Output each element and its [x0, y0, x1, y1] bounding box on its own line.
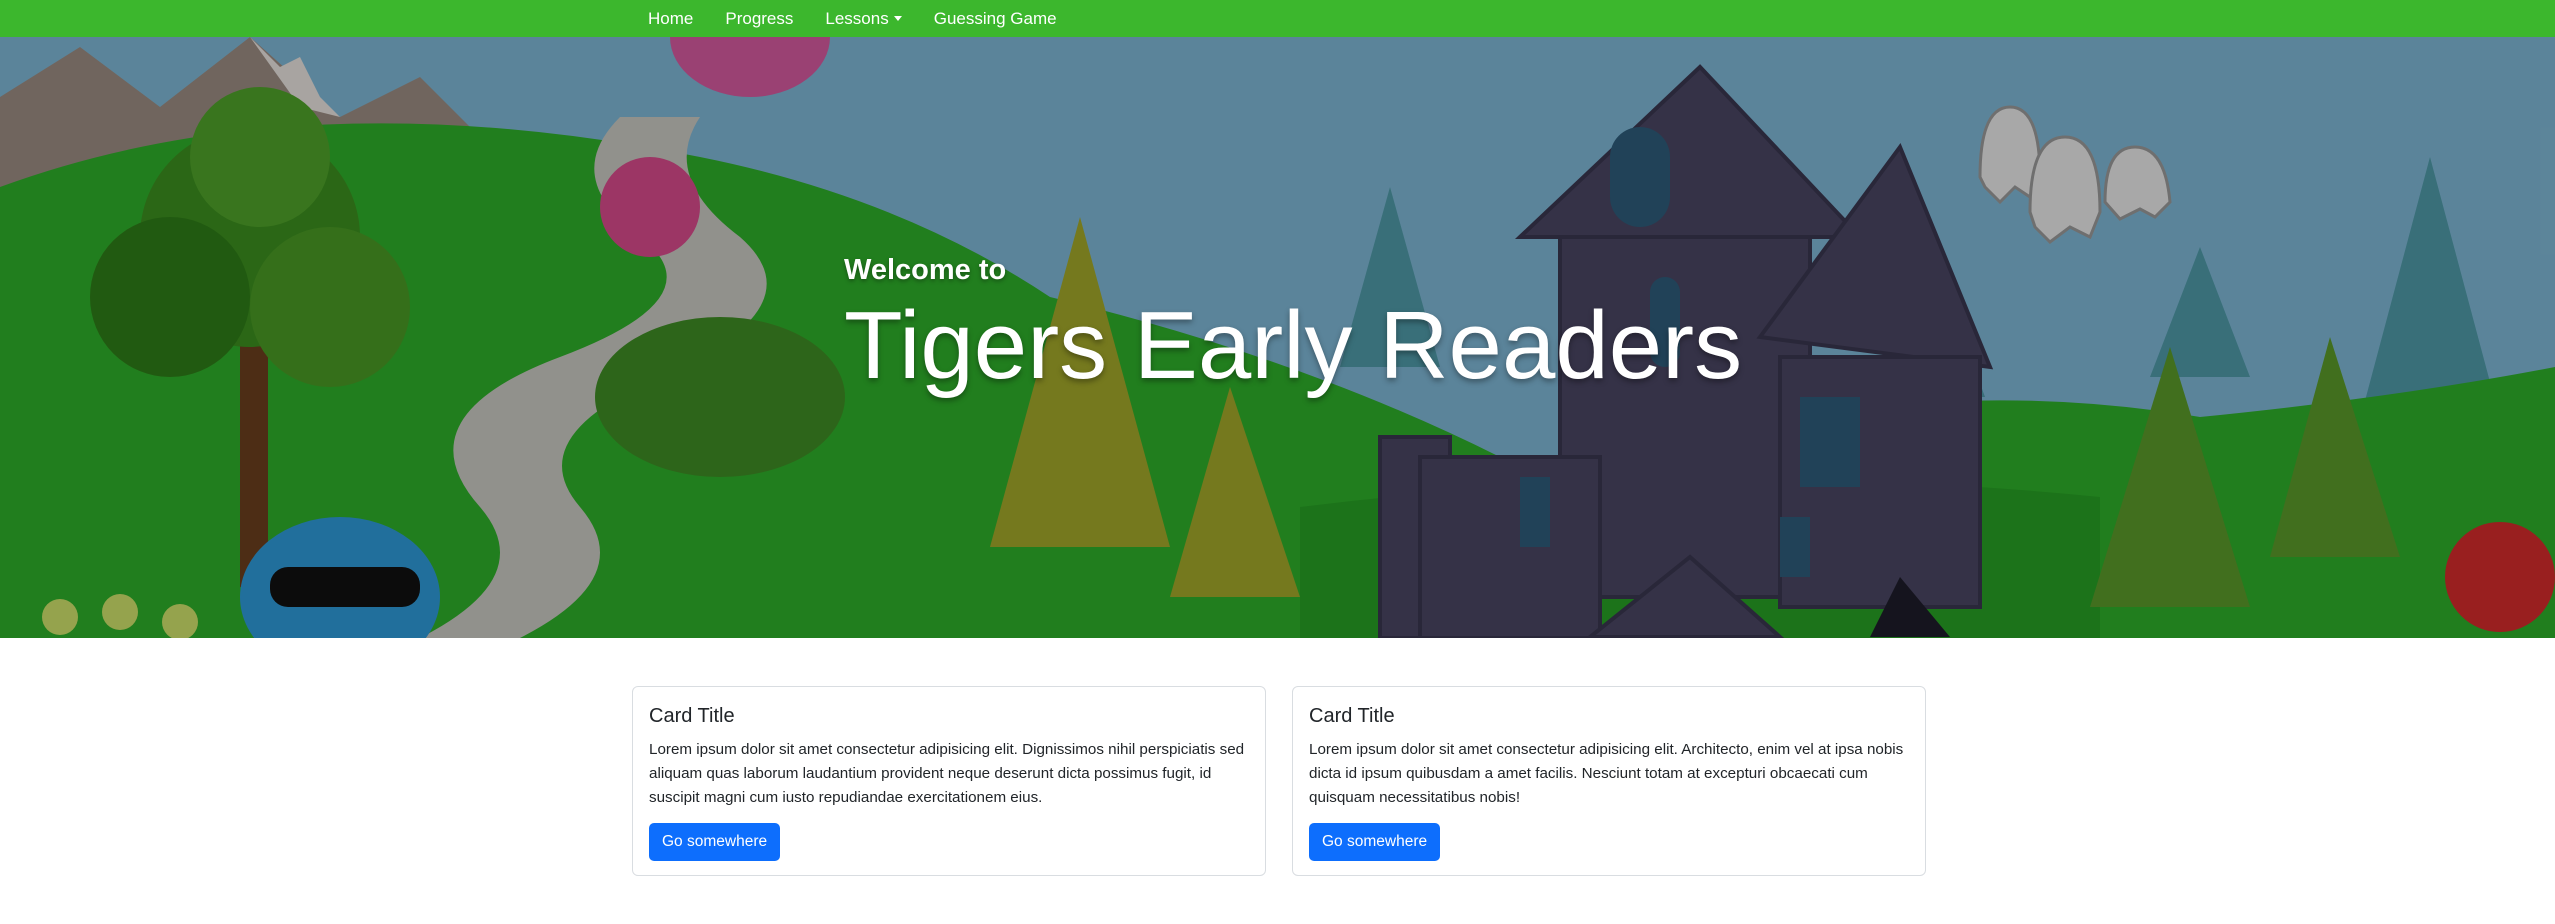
nav-lessons-dropdown[interactable]: Lessons	[825, 8, 902, 29]
card-title: Card Title	[1309, 705, 1395, 727]
card-1: Card Title Lorem ipsum dolor sit amet co…	[632, 686, 1266, 876]
go-somewhere-button[interactable]: Go somewhere	[649, 823, 781, 861]
card-text: Lorem ipsum dolor sit amet consectetur a…	[649, 741, 1245, 806]
hero-subtitle: Welcome to	[844, 254, 1007, 286]
caret-down-icon	[893, 16, 902, 21]
hero-text: Welcome to Tigers Early Readers	[844, 254, 1742, 401]
nav-list: Home Progress Lessons Guessing Game	[648, 0, 1089, 37]
go-somewhere-button[interactable]: Go somewhere	[1309, 823, 1441, 861]
card-2: Card Title Lorem ipsum dolor sit amet co…	[1292, 686, 1926, 876]
nav-home-link[interactable]: Home	[648, 9, 693, 29]
hero-banner: Welcome to Tigers Early Readers	[0, 37, 2555, 638]
top-navbar: Home Progress Lessons Guessing Game	[0, 0, 2555, 37]
nav-progress-link[interactable]: Progress	[725, 9, 793, 29]
card-text: Lorem ipsum dolor sit amet consectetur a…	[1309, 741, 1904, 806]
card-title: Card Title	[649, 705, 735, 727]
nav-guessing-game-link[interactable]: Guessing Game	[934, 9, 1057, 29]
hero-title: Tigers Early Readers	[844, 292, 1743, 399]
nav-lessons-label: Lessons	[825, 8, 889, 28]
